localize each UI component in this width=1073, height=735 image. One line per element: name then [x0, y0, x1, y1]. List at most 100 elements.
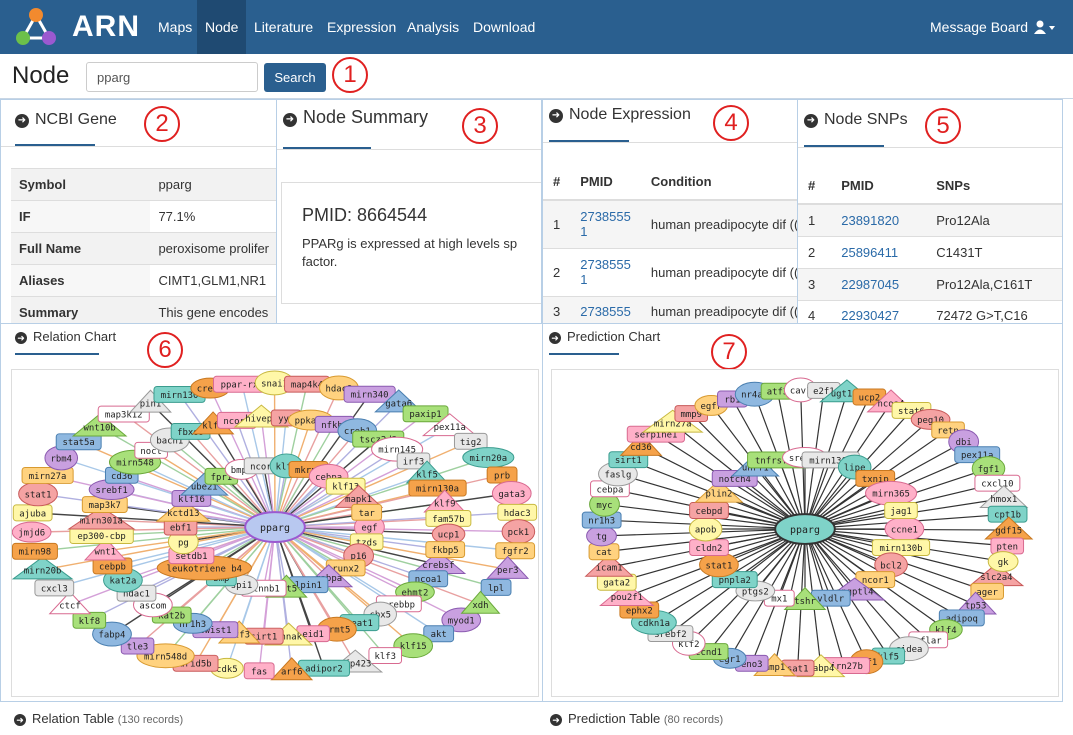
graph-node[interactable]: tig2	[453, 432, 488, 450]
summary-pmid: PMID: 8664544	[302, 205, 428, 225]
center-node[interactable]: pparg	[244, 511, 306, 543]
table-row: 2 2738555 1 human preadipocyte dif ((	[543, 247, 797, 296]
node-label: mirn20b	[24, 566, 62, 576]
brand-name[interactable]: ARN	[72, 10, 140, 44]
graph-node[interactable]: pck1	[501, 519, 536, 545]
nav-expression[interactable]: Expression	[319, 0, 404, 54]
node-label: jmjd6	[18, 529, 45, 539]
graph-node[interactable]: fgfr2	[495, 542, 536, 560]
graph-node[interactable]: cxcl10	[974, 474, 1021, 492]
graph-node[interactable]: mirn20a	[462, 447, 515, 468]
graph-node[interactable]: cldn2	[689, 539, 729, 556]
arn-logo-icon[interactable]	[14, 6, 58, 48]
prediction-network-graph[interactable]: ccne1mirn130bbcl2ncor1angptl4vldlrtshrmx…	[551, 369, 1059, 697]
relation-chart-panel: ➜ Relation Chart 6 egf tzds p16 runx2 gabpa lp…	[0, 323, 543, 702]
summary-text: PPARg is expressed at high levels sp fac…	[302, 236, 518, 269]
graph-node[interactable]: ep300-cbp	[69, 527, 134, 545]
circle-arrow-icon: ➜	[804, 114, 818, 128]
column-header[interactable]: Condition	[640, 164, 797, 201]
center-node[interactable]: pparg	[774, 513, 836, 545]
graph-node[interactable]: tar	[351, 503, 383, 521]
column-header[interactable]: SNPs	[926, 168, 1062, 205]
node-label: snai1	[261, 379, 288, 389]
pmid-link[interactable]: 2738555 1	[570, 247, 641, 296]
graph-node[interactable]: ccne1	[884, 516, 925, 542]
graph-node[interactable]: fkbp5	[425, 541, 466, 558]
node-label: nr1h3	[588, 517, 615, 527]
row-value: pparg	[150, 168, 276, 201]
graph-node[interactable]: klf3	[368, 647, 403, 664]
node-label: mirn301a	[80, 516, 123, 526]
graph-node[interactable]: mirn130a	[408, 479, 467, 497]
column-header[interactable]: #	[543, 164, 571, 201]
graph-node[interactable]: gk	[987, 551, 1019, 572]
node-label: paxip1	[409, 410, 441, 420]
graph-node[interactable]: cebpd	[689, 502, 729, 519]
nav-literature[interactable]: Literature	[246, 0, 321, 54]
node-label: hmox1	[990, 495, 1017, 505]
graph-node[interactable]: gata3	[491, 480, 532, 506]
column-header[interactable]: PMID	[831, 168, 927, 205]
pmid-link[interactable]: 2738555	[570, 295, 641, 323]
node-search-input[interactable]	[86, 62, 258, 92]
user-menu[interactable]	[1034, 0, 1056, 54]
pmid-link[interactable]: 22930427	[831, 299, 927, 323]
center-node-label: pparg	[260, 523, 290, 534]
graph-node[interactable]: klf8	[72, 611, 107, 629]
node-label: fas	[251, 667, 267, 677]
graph-node[interactable]: hdac3	[497, 503, 538, 521]
pmid-link[interactable]: 22987045	[831, 267, 927, 300]
graph-node[interactable]: jag1	[884, 502, 918, 519]
message-board-link[interactable]: Message Board	[930, 0, 1028, 54]
graph-node[interactable]: stat1	[699, 552, 739, 578]
relation-network-graph[interactable]: egftzdsp16runx2gabpalpin1kat5ctnnb1spi1b…	[11, 369, 539, 697]
node-label: mx1	[771, 595, 787, 605]
node-label: fabp4	[99, 631, 126, 641]
graph-node[interactable]: stat1	[18, 481, 58, 507]
node-label: pg	[178, 538, 189, 548]
node-label: mirn548	[116, 459, 154, 469]
row-value: This gene encodes	[150, 296, 276, 323]
node-label: gata2	[603, 579, 630, 589]
graph-node[interactable]: tg	[586, 525, 617, 547]
node-label: map3k7	[89, 501, 121, 511]
graph-node[interactable]: mirn130b	[871, 539, 931, 556]
circle-arrow-icon: ➜	[550, 714, 562, 726]
nav-download[interactable]: Download	[465, 0, 543, 54]
nav-node[interactable]: Node	[197, 0, 247, 54]
graph-node[interactable]: cxcl3	[34, 579, 75, 597]
row-index: 1	[543, 199, 571, 248]
column-header[interactable]: PMID	[570, 164, 641, 201]
graph-node[interactable]: paxip1	[402, 405, 449, 423]
nav-maps[interactable]: Maps	[150, 0, 200, 54]
node-label: pou2f1	[611, 593, 643, 603]
prediction-table-title[interactable]: ➜ Prediction Table (80 records)	[550, 711, 723, 726]
divider	[798, 147, 1062, 148]
column-header[interactable]: #	[798, 168, 832, 205]
table-header-row: # PMID Condition	[543, 164, 797, 201]
node-label: plin2	[705, 490, 732, 500]
nav-analysis[interactable]: Analysis	[399, 0, 467, 54]
graph-node[interactable]: lpl	[480, 579, 512, 596]
pmid-link[interactable]: 23891820	[831, 203, 927, 236]
graph-node[interactable]: ucp1	[431, 523, 466, 545]
row-key: Summary	[11, 296, 151, 323]
graph-node[interactable]: fas	[243, 662, 275, 680]
graph-node[interactable]: mirn98	[12, 542, 58, 560]
graph-node[interactable]: jmjd6	[12, 521, 52, 543]
graph-node[interactable]: mirn365	[865, 480, 918, 506]
graph-node[interactable]: prb	[486, 466, 518, 484]
relation-table-title[interactable]: ➜ Relation Table (130 records)	[14, 711, 183, 726]
node-label: pex11a	[434, 423, 466, 433]
row-index: 3	[798, 267, 832, 300]
circle-arrow-icon: ➜	[15, 332, 27, 344]
search-button[interactable]: Search	[264, 63, 326, 92]
pmid-link[interactable]: 2738555 1	[570, 199, 641, 248]
row-index: 2	[798, 235, 832, 268]
relation-chart-title: ➜ Relation Chart	[15, 329, 116, 344]
graph-node[interactable]: mirn20b	[12, 556, 74, 580]
snps-table: # PMID SNPs 1 23891820 Pro12Ala 2 258964…	[798, 168, 1062, 323]
graph-node[interactable]: ajuba	[12, 504, 53, 522]
graph-node[interactable]: apob	[688, 516, 723, 542]
pmid-link[interactable]: 25896411	[831, 235, 927, 268]
